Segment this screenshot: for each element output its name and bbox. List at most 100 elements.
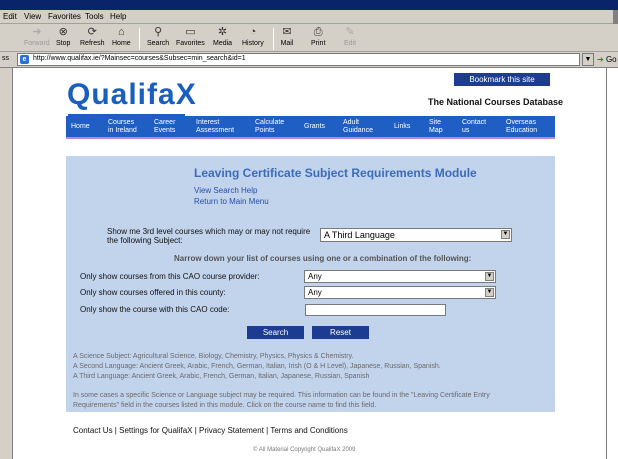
history-button[interactable]: ◔ History [242, 26, 264, 47]
nav-links[interactable]: Links [394, 116, 410, 137]
subject-select-value: A Third Language [324, 230, 395, 240]
forward-label: Forward [24, 40, 50, 47]
favorites-button[interactable]: ▭ Favorites [176, 26, 205, 47]
browser-toolbar: ➜ Forward ⊗ Stop ⟳ Refresh ⌂ Home ⚲ Sear… [0, 24, 618, 52]
title-bar [0, 0, 618, 10]
nav-grants-label: Grants [304, 122, 326, 130]
home-label: Home [112, 40, 131, 47]
search-button[interactable]: ⚲ Search [147, 26, 169, 47]
search-label: Search [147, 40, 170, 47]
address-label: ss [2, 55, 9, 62]
nav-career-label: Career Events [154, 118, 176, 134]
cao-code-label: Only show the course with this CAO code: [80, 305, 230, 314]
menu-view[interactable]: View [24, 12, 41, 21]
terms-link[interactable]: Terms and Conditions [270, 426, 347, 435]
main-nav: Home Courses in Ireland Career Events Inte… [66, 116, 555, 139]
county-select-value: Any [308, 288, 322, 297]
science-subject-note: A Science Subject: Agricultural Science,… [73, 353, 354, 360]
go-arrow-icon: ➔ [597, 55, 604, 64]
info-note-line2: Requirements" field in the courses liste… [73, 402, 377, 409]
county-select[interactable]: Any ▼ [304, 286, 496, 299]
menu-bar: Edit View Favorites Tools Help [0, 10, 618, 24]
nav-calculate-points[interactable]: Calculate Points [255, 116, 284, 137]
go-button[interactable]: ➔ Go L [597, 55, 618, 64]
chevron-down-icon: ▼ [584, 56, 592, 63]
stop-label: Stop [56, 40, 71, 47]
info-note-line1: In some cases a specific Science or Lang… [73, 392, 490, 399]
home-button[interactable]: ⌂ Home [112, 26, 131, 47]
edit-label: Edit [343, 40, 357, 47]
toolbar-separator [273, 28, 274, 50]
forward-button[interactable]: ➜ Forward [24, 26, 50, 47]
print-label: Print [311, 40, 326, 47]
go-label: Go [605, 55, 617, 64]
left-frame-edge [0, 68, 13, 459]
nav-interest-assessment[interactable]: Interest Assessment [196, 116, 234, 137]
toolbar-separator [139, 28, 140, 50]
settings-link[interactable]: Settings for QualifaX [119, 426, 192, 435]
nav-home[interactable]: Home [71, 116, 90, 137]
menu-tools[interactable]: Tools [85, 12, 104, 21]
refresh-icon: ⟳ [87, 26, 97, 38]
return-main-menu-link[interactable]: Return to Main Menu [194, 197, 269, 206]
chevron-down-icon: ▼ [485, 272, 494, 281]
qualifax-logo[interactable]: QualifaX [67, 78, 197, 112]
edit-icon: ✎ [345, 26, 355, 38]
history-label: History [242, 40, 264, 47]
media-button[interactable]: ✲ Media [213, 26, 232, 47]
nav-courses-label: Courses in Ireland [108, 118, 137, 134]
chevron-down-icon: ▼ [501, 230, 510, 239]
nav-adult-guidance[interactable]: Adult Guidance [343, 116, 373, 137]
url-text: http://www.qualifax.ie/?Mainsec=courses&… [33, 55, 246, 62]
history-icon: ◔ [249, 26, 257, 38]
nav-contact-us[interactable]: Contact us [462, 116, 486, 137]
subject-select[interactable]: A Third Language ▼ [320, 228, 512, 242]
url-input[interactable]: e http://www.qualifax.ie/?Mainsec=course… [17, 53, 580, 66]
mail-icon: ✉ [282, 26, 292, 38]
page-icon: e [20, 55, 29, 64]
nav-interest-label: Interest Assessment [196, 118, 235, 134]
nav-grants[interactable]: Grants [304, 116, 325, 137]
print-button[interactable]: ⎙ Print [311, 26, 325, 47]
site-tagline: The National Courses Database [428, 97, 564, 107]
nav-courses-in-ireland[interactable]: Courses in Ireland [108, 116, 137, 137]
menu-edit[interactable]: Edit [3, 12, 17, 21]
search-submit-button[interactable]: Search [247, 326, 304, 339]
second-language-note: A Second Language: Ancient Greek, Arabic… [73, 363, 441, 370]
nav-home-label: Home [71, 122, 90, 130]
page-title: Leaving Certificate Subject Requirements… [194, 166, 477, 180]
cao-code-input[interactable] [305, 304, 446, 316]
view-search-help-link[interactable]: View Search Help [194, 186, 257, 195]
mail-button[interactable]: ✉ Mail [280, 26, 294, 47]
nav-calculate-label: Calculate Points [255, 118, 285, 134]
edit-button[interactable]: ✎ Edit [343, 26, 357, 47]
mail-label: Mail [280, 40, 294, 47]
nav-links-label: Links [394, 122, 411, 130]
contact-us-link[interactable]: Contact Us [73, 426, 113, 435]
right-frame-edge [606, 68, 618, 459]
home-icon: ⌂ [118, 26, 125, 38]
provider-select[interactable]: Any ▼ [304, 270, 496, 283]
subject-requirement-label: Show me 3rd level courses which may or m… [107, 227, 311, 245]
forward-arrow-icon: ➜ [32, 26, 42, 38]
printer-icon: ⎙ [313, 26, 323, 38]
menu-help[interactable]: Help [110, 12, 126, 21]
copyright-text: © All Material Copyright QualifaX 2009 [253, 447, 356, 453]
county-label: Only show courses offered in this county… [80, 288, 226, 297]
favorites-icon: ▭ [185, 26, 196, 38]
provider-select-value: Any [308, 272, 322, 281]
favorites-label: Favorites [176, 40, 205, 47]
footer-links: Contact Us | Settings for QualifaX | Pri… [73, 426, 348, 435]
privacy-link[interactable]: Privacy Statement [199, 426, 264, 435]
nav-overseas-education[interactable]: Overseas Education [506, 116, 537, 137]
url-dropdown-button[interactable]: ▼ [582, 53, 594, 66]
nav-site-map[interactable]: Site Map [429, 116, 443, 137]
address-bar: ss e http://www.qualifax.ie/?Mainsec=cou… [0, 52, 618, 68]
refresh-button[interactable]: ⟳ Refresh [80, 26, 105, 47]
nav-career-events[interactable]: Career Events [154, 116, 175, 137]
menu-favorites[interactable]: Favorites [48, 12, 81, 21]
reset-button[interactable]: Reset [312, 326, 369, 339]
third-language-note: A Third Language: Ancient Greek, Arabic,… [73, 373, 370, 380]
bookmark-site-button[interactable]: Bookmark this site [454, 73, 550, 86]
stop-button[interactable]: ⊗ Stop [56, 26, 70, 47]
